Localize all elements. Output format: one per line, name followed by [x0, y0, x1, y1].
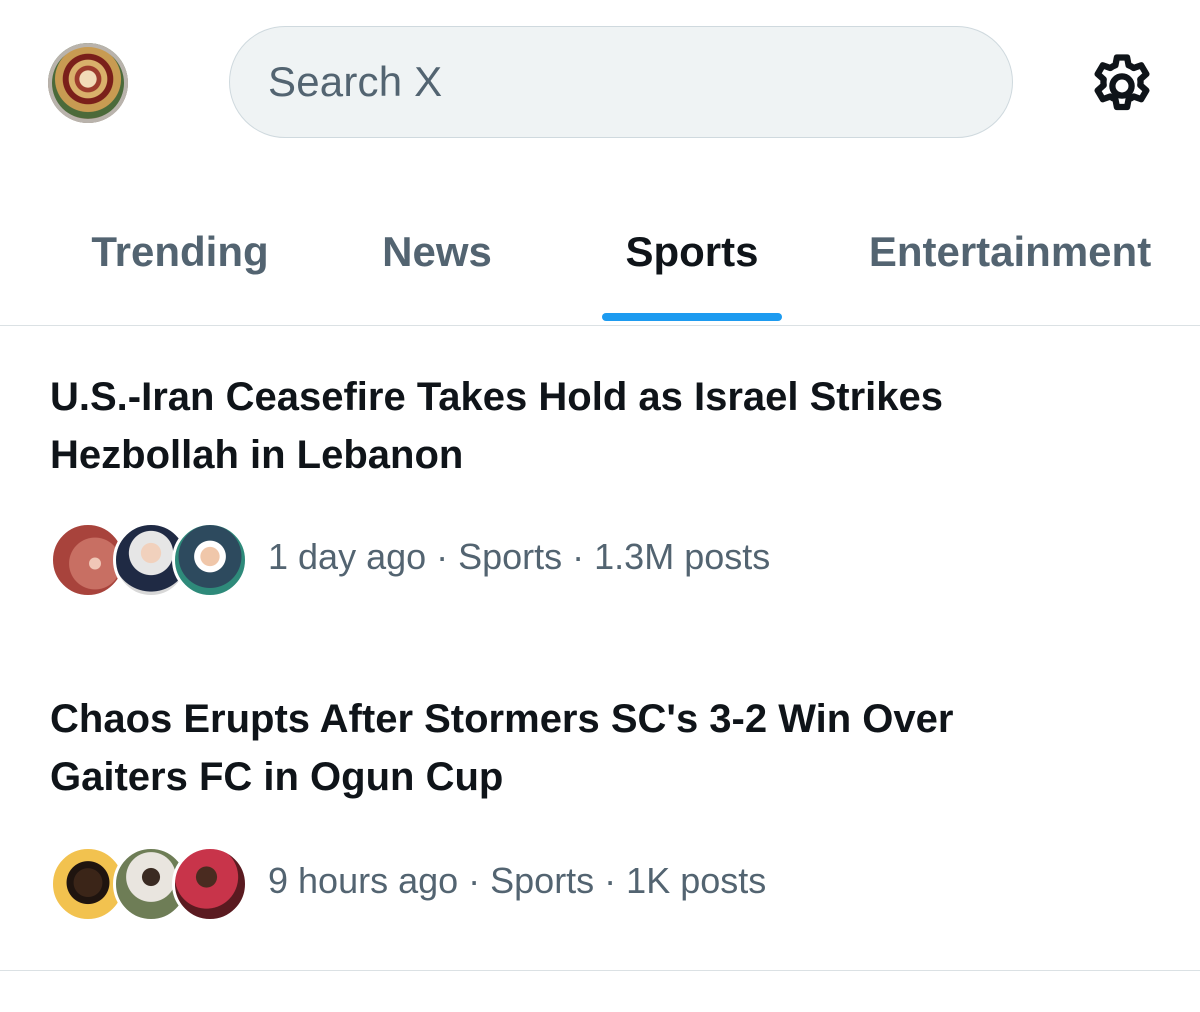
- trend-meta: 9 hours ago · Sports · 1K posts: [50, 846, 1050, 922]
- trend-item[interactable]: Chaos Erupts After Stormers SC's 3-2 Win…: [0, 650, 1200, 971]
- active-tab-indicator: [602, 313, 782, 321]
- profile-avatar[interactable]: [48, 43, 128, 123]
- tab-news[interactable]: News: [336, 200, 538, 325]
- trend-title: Chaos Erupts After Stormers SC's 3-2 Win…: [50, 697, 954, 799]
- trend-title: U.S.-Iran Ceasefire Takes Hold as Israel…: [50, 375, 944, 477]
- trend-meta: 1 day ago · Sports · 1.3M posts: [50, 522, 1050, 598]
- avatar: [172, 846, 248, 922]
- tab-news-label: News: [382, 228, 492, 275]
- tab-sports[interactable]: Sports: [602, 200, 782, 325]
- tab-sports-label: Sports: [625, 228, 759, 275]
- explore-tabs: Trending News Sports Entertainment: [0, 200, 1200, 326]
- avatar: [172, 522, 248, 598]
- trend-meta-text: 9 hours ago · Sports · 1K posts: [268, 860, 767, 901]
- tab-entertainment[interactable]: Entertainment: [845, 200, 1175, 325]
- tab-trending[interactable]: Trending: [60, 200, 300, 325]
- tab-entertainment-label: Entertainment: [868, 228, 1152, 275]
- search-input[interactable]: Search X: [229, 26, 1013, 138]
- search-placeholder: Search X: [268, 58, 443, 105]
- trend-item[interactable]: U.S.-Iran Ceasefire Takes Hold as Israel…: [0, 326, 1200, 646]
- settings-button[interactable]: [1082, 46, 1162, 126]
- gear-icon: [1094, 54, 1150, 111]
- trend-meta-text: 1 day ago · Sports · 1.3M posts: [268, 536, 771, 577]
- tab-trending-label: Trending: [91, 228, 269, 275]
- top-header: Search X: [0, 0, 1200, 170]
